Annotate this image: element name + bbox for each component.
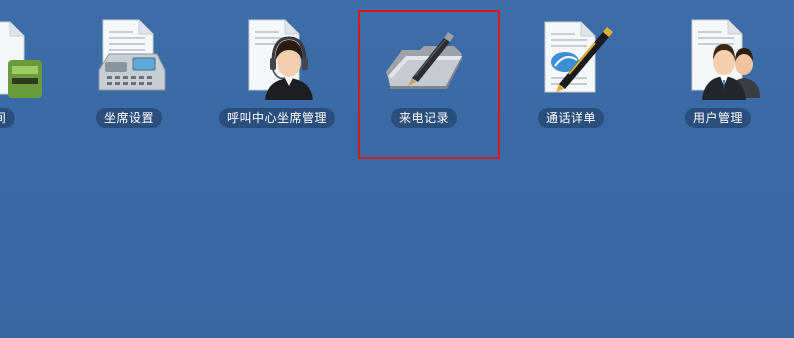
desk-phone-document-icon	[98, 19, 166, 91]
desktop-item-label: 用户管理	[684, 108, 752, 128]
desktop-area: 间 坐席设置	[0, 0, 794, 338]
desktop-item-incoming-call-records[interactable]: 来电记录	[354, 18, 494, 138]
desktop-item-call-center-seat-management[interactable]: 呼叫中心坐席管理	[207, 18, 347, 138]
desktop-item-label: 通话详单	[537, 108, 605, 128]
partial-document-icon	[0, 21, 42, 98]
desktop-item-call-details[interactable]: 通话详单	[501, 18, 641, 138]
folder-pen-icon	[386, 32, 462, 89]
desktop-item-user-management[interactable]: 用户管理	[648, 18, 788, 138]
users-document-icon	[691, 19, 760, 100]
desktop-item-label: 来电记录	[390, 108, 458, 128]
desktop-item-seat-settings[interactable]: 坐席设置	[59, 18, 199, 138]
desktop-item-label: 间	[0, 108, 15, 128]
desktop-item-label: 坐席设置	[95, 108, 163, 128]
desktop-item-label: 呼叫中心坐席管理	[218, 108, 336, 128]
headset-agent-document-icon	[248, 19, 313, 100]
pen-document-icon	[544, 21, 613, 93]
